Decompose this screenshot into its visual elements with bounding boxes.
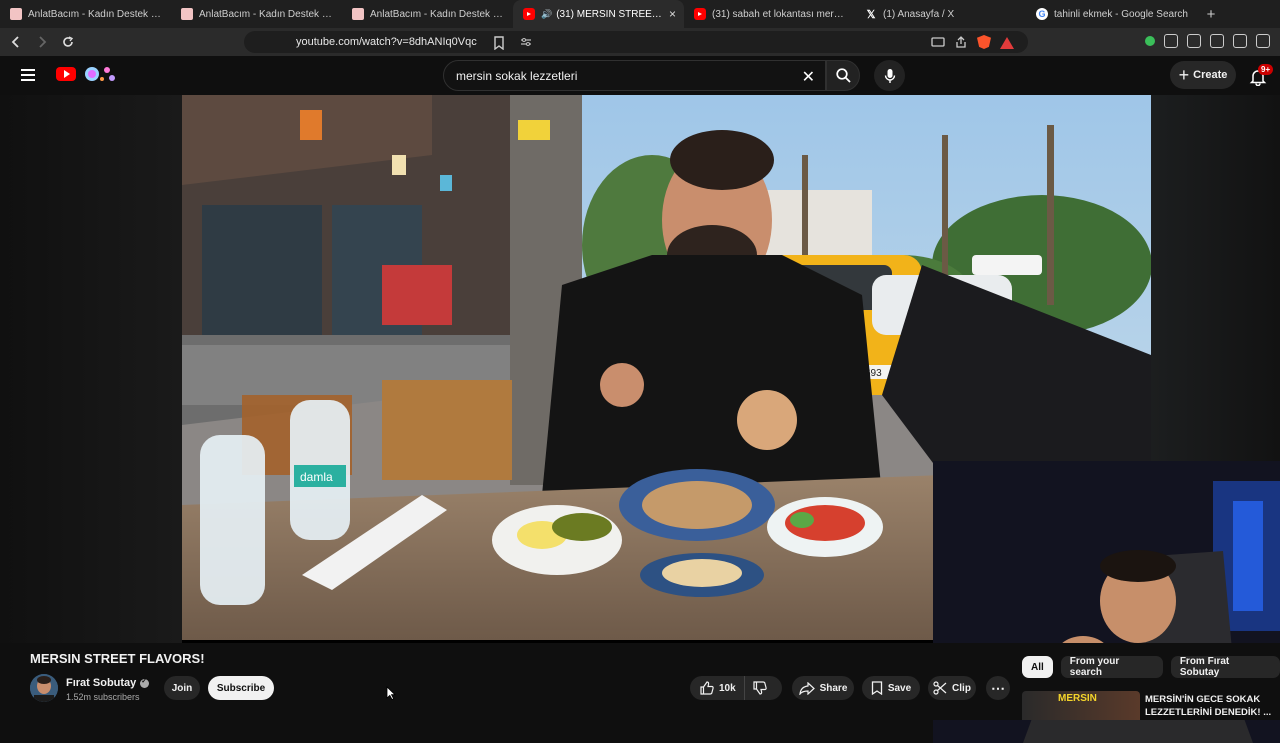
share-page-icon[interactable] (954, 35, 968, 49)
youtube-doodle-icon[interactable] (80, 64, 118, 84)
recommendation-title[interactable]: MERSİN'İN GECE SOKAK LEZZETLERİNİ DENEDİ… (1145, 693, 1275, 719)
extensions-puzzle-icon[interactable] (1164, 34, 1178, 48)
back-arrow-icon (11, 36, 19, 48)
browser-toolbar: youtube.com/watch?v=8dhANIq0Vqc (0, 28, 1280, 56)
search-input[interactable] (456, 68, 786, 83)
menu-icon[interactable] (21, 69, 35, 81)
search-button[interactable] (826, 60, 860, 91)
voice-search-button[interactable] (874, 60, 905, 91)
bottle-label-text: damla (300, 470, 333, 484)
back-button[interactable] (6, 32, 26, 52)
search-icon (835, 68, 851, 83)
wallet-icon[interactable] (1256, 34, 1270, 48)
browser-tab-5[interactable]: (31) sabah et lokantası mersin - YouTube (684, 0, 855, 28)
more-actions-button[interactable]: ⋯ (986, 676, 1010, 700)
brave-rewards-icon[interactable] (1000, 35, 1014, 49)
extension-box-icon[interactable] (1187, 34, 1201, 48)
x-favicon-icon: 𝕏 (866, 8, 876, 21)
clip-button[interactable]: Clip (928, 676, 976, 700)
tab-title: AnlatBacım - Kadın Destek Platformu (199, 8, 334, 20)
tab-title: AnlatBacım - Kadın Destek Platformu (28, 8, 163, 20)
extension-green-icon[interactable] (1145, 36, 1155, 46)
google-favicon-icon: G (1036, 8, 1048, 20)
youtube-logo-icon[interactable] (56, 67, 76, 81)
chip-all[interactable]: All (1022, 656, 1053, 678)
tab-title: tahinli ekmek - Google Search (1054, 8, 1188, 20)
create-button[interactable]: + Create (1170, 61, 1236, 89)
plus-icon: + (1178, 64, 1190, 85)
thumbs-up-icon (700, 681, 714, 695)
save-label: Save (887, 682, 912, 694)
anlatbacim-favicon-icon (181, 8, 193, 20)
channel-name-text: Fırat Sobutay (66, 677, 137, 689)
browser-tab-strip: AnlatBacım - Kadın Destek Platformu Anla… (0, 0, 1280, 28)
youtube-favicon-icon (694, 8, 706, 20)
related-filter-chips: All From your search From Fırat Sobutay (1022, 656, 1280, 678)
dislike-button[interactable] (745, 681, 780, 695)
clip-label: Clip (952, 682, 971, 694)
sidebar-toggle-icon[interactable] (1233, 34, 1247, 48)
youtube-masthead: ✕ + Create 9+ (0, 56, 1280, 95)
share-arrow-icon (798, 681, 815, 695)
thumbnail-text: MERSIN (1058, 693, 1097, 704)
anlatbacim-favicon-icon (10, 8, 22, 20)
reload-icon (63, 36, 74, 47)
channel-avatar[interactable] (30, 674, 58, 702)
more-dots-icon: ⋯ (991, 679, 1005, 696)
brave-shields-icon[interactable] (977, 35, 991, 49)
share-label: Share (819, 682, 848, 694)
site-info-icon[interactable] (520, 37, 532, 47)
save-bookmark-icon (871, 681, 882, 695)
browser-tab-6[interactable]: 𝕏 (1) Anasayfa / X (855, 0, 1026, 28)
thumbs-down-icon (753, 681, 767, 695)
tab-title: (31) MERSIN STREET FLAVOR (556, 8, 663, 20)
tab-title: (31) sabah et lokantası mersin - YouTube (712, 8, 847, 20)
address-bar[interactable]: youtube.com/watch?v=8dhANIq0Vqc (244, 31, 1028, 53)
clear-search-icon[interactable]: ✕ (802, 67, 815, 87)
url-text: youtube.com/watch?v=8dhANIq0Vqc (296, 36, 477, 48)
channel-name[interactable]: Fırat Sobutay (66, 677, 150, 689)
bookmark-icon[interactable] (493, 36, 505, 50)
cast-icon[interactable] (931, 35, 945, 49)
anlatbacim-favicon-icon (352, 8, 364, 20)
media-controls-icon[interactable] (1210, 34, 1224, 48)
tab-title: (1) Anasayfa / X (883, 8, 955, 20)
create-label: Create (1193, 69, 1228, 81)
notification-count-badge: 9+ (1258, 64, 1274, 75)
share-button[interactable]: Share (792, 676, 854, 700)
browser-tab-active[interactable]: 🔊 (31) MERSIN STREET FLAVOR × (513, 0, 684, 28)
new-tab-button[interactable]: + (1197, 6, 1225, 23)
subscriber-count: 1.52m subscribers (66, 692, 140, 702)
like-count: 10k (719, 682, 736, 694)
microphone-icon (884, 68, 895, 83)
browser-tab-1[interactable]: AnlatBacım - Kadın Destek Platformu (0, 0, 171, 28)
search-box: ✕ (443, 60, 826, 91)
subscribe-button[interactable]: Subscribe (208, 676, 274, 700)
browser-tab-3[interactable]: AnlatBacım - Kadın Destek Platformu (342, 0, 513, 28)
verified-badge-icon (140, 677, 150, 688)
like-button[interactable]: 10k (690, 676, 745, 700)
like-dislike-group: 10k (690, 676, 782, 700)
youtube-favicon-icon (523, 8, 535, 20)
browser-tab-2[interactable]: AnlatBacım - Kadın Destek Platformu (171, 0, 342, 28)
video-player[interactable]: 33 T 0693 damla (0, 95, 1280, 743)
scissors-icon (933, 681, 947, 695)
save-button[interactable]: Save (862, 676, 920, 700)
forward-button[interactable] (32, 32, 52, 52)
recommendation-thumbnail[interactable]: MERSIN (1022, 691, 1140, 720)
chip-from-your-search[interactable]: From your search (1060, 656, 1163, 678)
ambient-glow-left (0, 95, 182, 643)
video-title: MERSIN STREET FLAVORS! (30, 651, 205, 666)
tab-title: AnlatBacım - Kadın Destek Platformu (370, 8, 505, 20)
reload-button[interactable] (58, 32, 78, 52)
chip-from-channel[interactable]: From Fırat Sobutay (1170, 656, 1280, 678)
join-button[interactable]: Join (164, 676, 200, 700)
speaker-icon[interactable]: 🔊 (541, 9, 552, 20)
video-info-area: MERSIN STREET FLAVORS! Fırat Sobutay 1.5… (0, 643, 1280, 720)
mouse-cursor-icon (386, 686, 396, 700)
browser-tab-7[interactable]: G tahinli ekmek - Google Search (1026, 0, 1197, 28)
close-tab-icon[interactable]: × (669, 7, 676, 21)
forward-arrow-icon (39, 36, 47, 48)
